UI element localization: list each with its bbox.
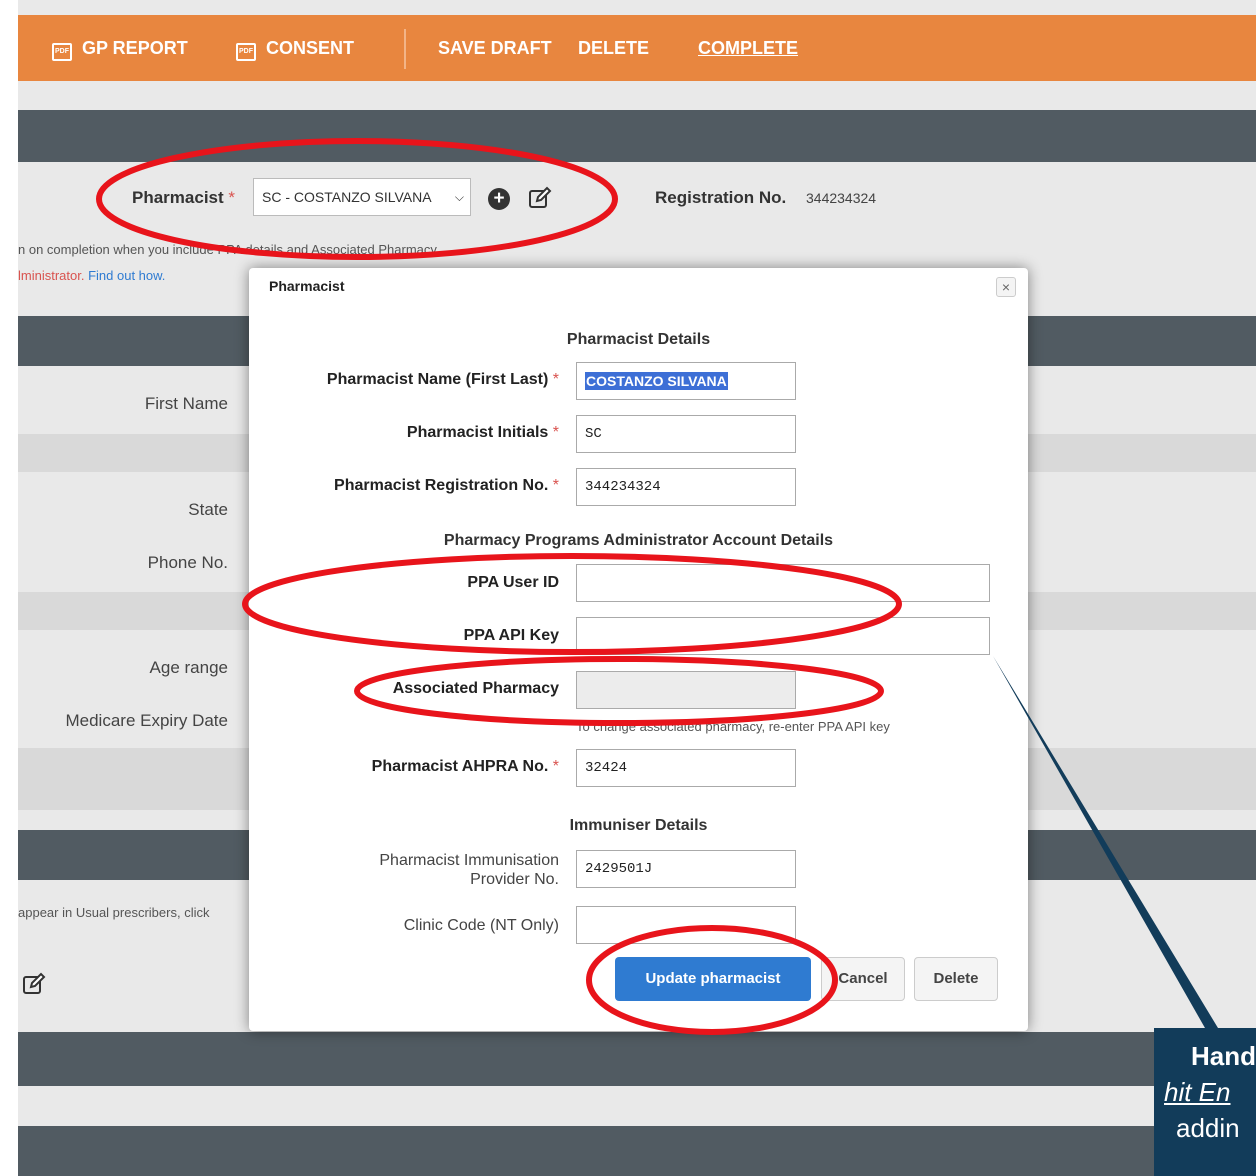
- immunisation-provider-label-line2: Provider No.: [470, 871, 559, 888]
- age-range-label: Age range: [149, 658, 228, 677]
- registration-no-input[interactable]: 344234324: [576, 468, 796, 506]
- pharmacist-initials-input[interactable]: SC: [576, 415, 796, 453]
- ppa-api-key-input[interactable]: [576, 617, 990, 655]
- update-pharmacist-button[interactable]: Update pharmacist: [615, 957, 811, 1001]
- name-label-text: Pharmacist Name (First Last): [326, 371, 549, 388]
- gp-report-label: GP REPORT: [82, 38, 188, 58]
- find-out-link[interactable]: Find out how.: [88, 268, 165, 283]
- immunisation-provider-input[interactable]: 2429501J: [576, 850, 796, 888]
- required-marker: *: [552, 424, 559, 441]
- selected-name-text: COSTANZO SILVANA: [585, 372, 728, 390]
- pharmacist-name-input[interactable]: COSTANZO SILVANA: [576, 362, 796, 400]
- callout-line-2: hit En: [1164, 1074, 1256, 1110]
- ppa-user-id-label: PPA User ID: [467, 574, 559, 591]
- admin-info: lministrator. Find out how.: [18, 268, 165, 283]
- ppa-api-key-label: PPA API Key: [463, 627, 559, 644]
- callout-line-1: Hand: [1191, 1041, 1256, 1071]
- immuniser-details-heading: Immuniser Details: [569, 817, 708, 834]
- pdf-icon: PDF: [236, 43, 256, 61]
- save-draft-button[interactable]: SAVE DRAFT: [438, 37, 552, 59]
- initials-label-text: Pharmacist Initials: [406, 424, 549, 441]
- associated-pharmacy-helper: To change associated pharmacy, re-enter …: [576, 719, 890, 734]
- pharmacist-dialog: Pharmacist × Pharmacist Details Pharmaci…: [249, 268, 1028, 1031]
- pharmacist-select-value: SC - COSTANZO SILVANA: [262, 189, 432, 205]
- callout-line-2-text: hit En: [1164, 1077, 1231, 1107]
- ppa-user-id-input[interactable]: [576, 564, 990, 602]
- registration-no-label: Pharmacist Registration No. *: [249, 477, 559, 495]
- medicare-expiry-label: Medicare Expiry Date: [65, 711, 228, 730]
- registration-value: 344234324: [806, 190, 877, 206]
- gp-report-button[interactable]: PDF GP REPORT: [52, 37, 188, 61]
- complete-button[interactable]: COMPLETE: [698, 37, 798, 59]
- toolbar-divider: [404, 29, 406, 69]
- state-label: State: [188, 500, 228, 519]
- initials-label: Pharmacist Initials *: [249, 424, 559, 442]
- associated-pharmacy-field: [576, 671, 796, 709]
- required-marker: *: [552, 758, 559, 775]
- consent-label: CONSENT: [266, 38, 355, 58]
- admin-text: lministrator.: [18, 268, 85, 283]
- callout-line-3: addin: [1176, 1113, 1240, 1143]
- pdf-icon: PDF: [52, 43, 72, 61]
- section-header-bar: [18, 1126, 1256, 1176]
- clinic-code-label: Clinic Code (NT Only): [403, 917, 559, 934]
- action-toolbar: PDF GP REPORT PDF CONSENT SAVE DRAFT DELET…: [18, 15, 1256, 81]
- dialog-title: Pharmacist: [269, 278, 345, 294]
- pharmacist-select[interactable]: SC - COSTANZO SILVANA ⌵: [253, 178, 471, 216]
- delete-pharmacist-button[interactable]: Delete: [914, 957, 998, 1001]
- delete-button[interactable]: DELETE: [578, 37, 649, 59]
- ahpra-label-text: Pharmacist AHPRA No.: [371, 758, 549, 775]
- cancel-button[interactable]: Cancel: [821, 957, 905, 1001]
- first-name-label: First Name: [144, 394, 228, 413]
- clinic-code-input[interactable]: [576, 906, 796, 944]
- required-marker: *: [552, 477, 559, 494]
- callout-text: Hand hit En addin: [1164, 1038, 1256, 1176]
- required-marker: *: [228, 188, 236, 207]
- ppa-details-heading: Pharmacy Programs Administrator Account …: [443, 532, 834, 549]
- prescribers-info-text: appear in Usual prescribers, click: [18, 905, 210, 920]
- ahpra-label: Pharmacist AHPRA No. *: [249, 758, 559, 776]
- page-left-border: [0, 0, 18, 1176]
- immunisation-provider-label-line1: Pharmacist Immunisation: [379, 852, 559, 869]
- edit-icon[interactable]: [528, 186, 552, 210]
- consent-button[interactable]: PDF CONSENT: [236, 37, 354, 61]
- pharmacist-details-heading: Pharmacist Details: [566, 331, 711, 348]
- required-marker: *: [552, 371, 559, 388]
- immunisation-provider-label: Pharmacist Immunisation Provider No.: [249, 851, 559, 889]
- add-pharmacist-icon[interactable]: +: [488, 188, 510, 210]
- completion-info-text: n on completion when you include PPA det…: [18, 242, 440, 257]
- section-header-bar: [18, 110, 1256, 162]
- section-header-bar: [18, 1032, 1256, 1086]
- ahpra-no-input[interactable]: 32424: [576, 749, 796, 787]
- close-icon[interactable]: ×: [996, 277, 1016, 297]
- registration-label: Registration No.: [655, 188, 787, 207]
- name-label: Pharmacist Name (First Last) *: [249, 371, 559, 389]
- associated-pharmacy-label: Associated Pharmacy: [392, 680, 559, 697]
- pharmacist-label: Pharmacist *: [132, 188, 235, 208]
- registration-no-label-text: Pharmacist Registration No.: [334, 477, 549, 494]
- phone-label: Phone No.: [147, 553, 228, 572]
- chevron-down-icon: ⌵: [454, 190, 464, 204]
- pharmacist-label-text: Pharmacist: [132, 188, 224, 207]
- edit-icon[interactable]: [22, 972, 46, 996]
